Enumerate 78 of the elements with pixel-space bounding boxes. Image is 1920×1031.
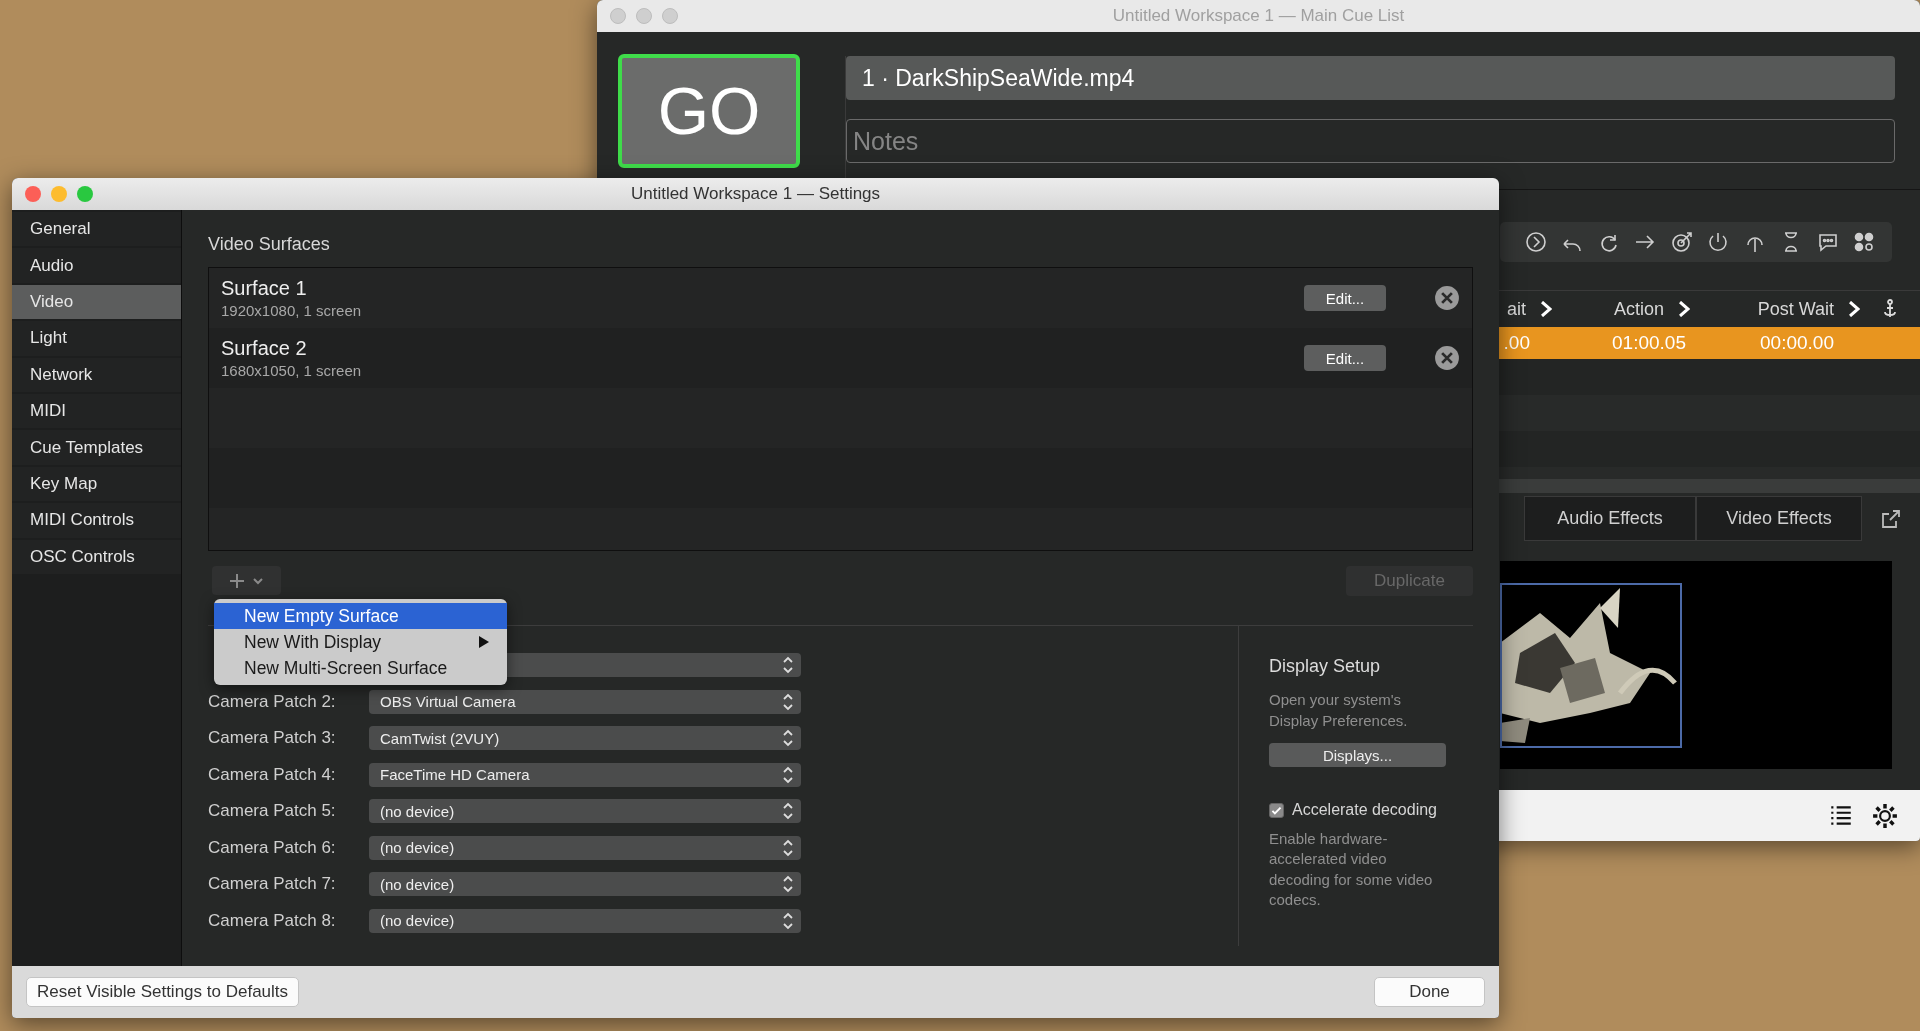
sidebar-item[interactable]: MIDI [12, 393, 181, 429]
surface-name: Surface 2 [221, 337, 308, 360]
sidebar-item[interactable]: Network [12, 357, 181, 392]
stepper-icon [783, 729, 793, 747]
surface-detail: 1680x1050, 1 screen [221, 362, 363, 379]
display-setup-description: Open your system's Display Preferences. [1269, 690, 1409, 731]
column-header[interactable]: Action [1613, 298, 1664, 320]
chevron-icon[interactable] [1848, 301, 1860, 317]
camera-patch-label: Camera Patch 6: [208, 837, 337, 858]
surface-row[interactable]: Surface 2 1680x1050, 1 screen Edit... [209, 328, 1472, 388]
sidebar-item[interactable]: Cue Templates [12, 430, 181, 465]
reset-button[interactable]: Reset Visible Settings to Defaults [26, 977, 300, 1007]
column-header[interactable]: ait [1507, 298, 1526, 320]
camera-patch-label: Camera Patch 7: [208, 874, 337, 894]
menu-item[interactable]: New With Display [214, 629, 507, 655]
camera-patch-label: Camera Patch 4: [208, 764, 337, 785]
target-icon[interactable] [1669, 230, 1694, 254]
stepper-icon [783, 875, 793, 893]
play-circle-icon[interactable] [1523, 230, 1548, 254]
popup-button[interactable]: CamTwist (2VUY) [369, 726, 801, 750]
table-cell: 00:00.00 [1760, 332, 1834, 354]
popup-button[interactable]: OBS Virtual Camera [369, 689, 801, 714]
popup-button[interactable]: (no device) [369, 908, 801, 933]
chevron-icon[interactable] [1678, 301, 1690, 317]
section-title: Video Surfaces [208, 234, 331, 256]
camera-patch-label: Camera Patch 8: [208, 910, 337, 931]
camera-patch-label: Camera Patch 2: [208, 691, 337, 712]
add-button[interactable] [212, 566, 281, 595]
surface-detail: 1920x1080, 1 screen [221, 302, 363, 319]
remove-icon[interactable] [1434, 285, 1460, 311]
settings-icon[interactable] [1872, 802, 1898, 829]
cue-name-field[interactable]: 1 · DarkShipSeaWide.mp4 [846, 56, 1895, 100]
window-title: Untitled Workspace 1 — Settings [630, 184, 881, 204]
table-cell: 01:00.05 [1612, 332, 1686, 354]
popup-button[interactable]: (no device) [369, 799, 801, 823]
popup-button[interactable]: (no device) [369, 835, 801, 860]
sidebar-item[interactable]: Video [12, 284, 181, 320]
camera-patch-label: Camera Patch 3: [208, 728, 337, 748]
sidebar-item[interactable]: General [12, 212, 181, 247]
popup-button[interactable]: FaceTime HD Camera [369, 762, 801, 787]
inspector-tab[interactable]: Audio Effects [1524, 496, 1696, 541]
sidebar-item[interactable]: OSC Controls [12, 539, 181, 574]
table-cell: .00 [1503, 332, 1530, 354]
display-setup-title: Display Setup [1269, 656, 1381, 677]
stepper-icon [783, 656, 793, 674]
displays-button[interactable]: Displays... [1269, 743, 1446, 767]
sidebar-item[interactable]: MIDI Controls [12, 503, 181, 538]
edit-button[interactable]: Edit... [1304, 285, 1386, 311]
window-title: Untitled Workspace 1 — Main Cue List [1112, 6, 1405, 26]
menu-item[interactable]: New Empty Surface [214, 603, 507, 629]
sidebar-item[interactable]: Light [12, 321, 181, 356]
surface-row[interactable]: Surface 1 1920x1080, 1 screen Edit... [209, 268, 1472, 328]
checkbox[interactable] [1269, 802, 1284, 818]
popup-button[interactable]: (no device) [369, 872, 801, 896]
stepper-icon [783, 802, 793, 820]
surface-name: Surface 1 [221, 277, 308, 300]
column-header[interactable]: Post Wait [1757, 298, 1834, 320]
stepper-icon [783, 765, 793, 784]
accelerate-hint: Enable hardware-accelerated video decoding for some video codecs. [1269, 829, 1434, 910]
sidebar-item[interactable]: Key Map [12, 466, 181, 502]
go-button[interactable]: GO [618, 54, 800, 168]
dots-grid-icon[interactable] [1852, 230, 1876, 254]
stepper-icon [783, 692, 793, 711]
menu-item[interactable]: New Multi-Screen Surface [214, 655, 507, 681]
notes-field[interactable]: Notes [846, 119, 1895, 163]
camera-patch-label: Camera Patch 5: [208, 801, 337, 821]
power-icon[interactable] [1706, 230, 1730, 254]
edit-button[interactable]: Edit... [1304, 345, 1386, 371]
anchor-icon[interactable] [1882, 299, 1898, 319]
sidebar-item[interactable]: Audio [12, 248, 181, 283]
inspector-tab[interactable]: Video Effects [1696, 496, 1862, 541]
checkbox-label[interactable]: Accelerate decoding [1292, 801, 1437, 819]
remove-icon[interactable] [1434, 345, 1460, 371]
stepper-icon [783, 838, 793, 857]
stepper-icon [783, 911, 793, 930]
chevron-icon[interactable] [1540, 301, 1552, 317]
submenu-arrow-icon [479, 636, 489, 648]
done-button[interactable]: Done [1374, 977, 1485, 1007]
